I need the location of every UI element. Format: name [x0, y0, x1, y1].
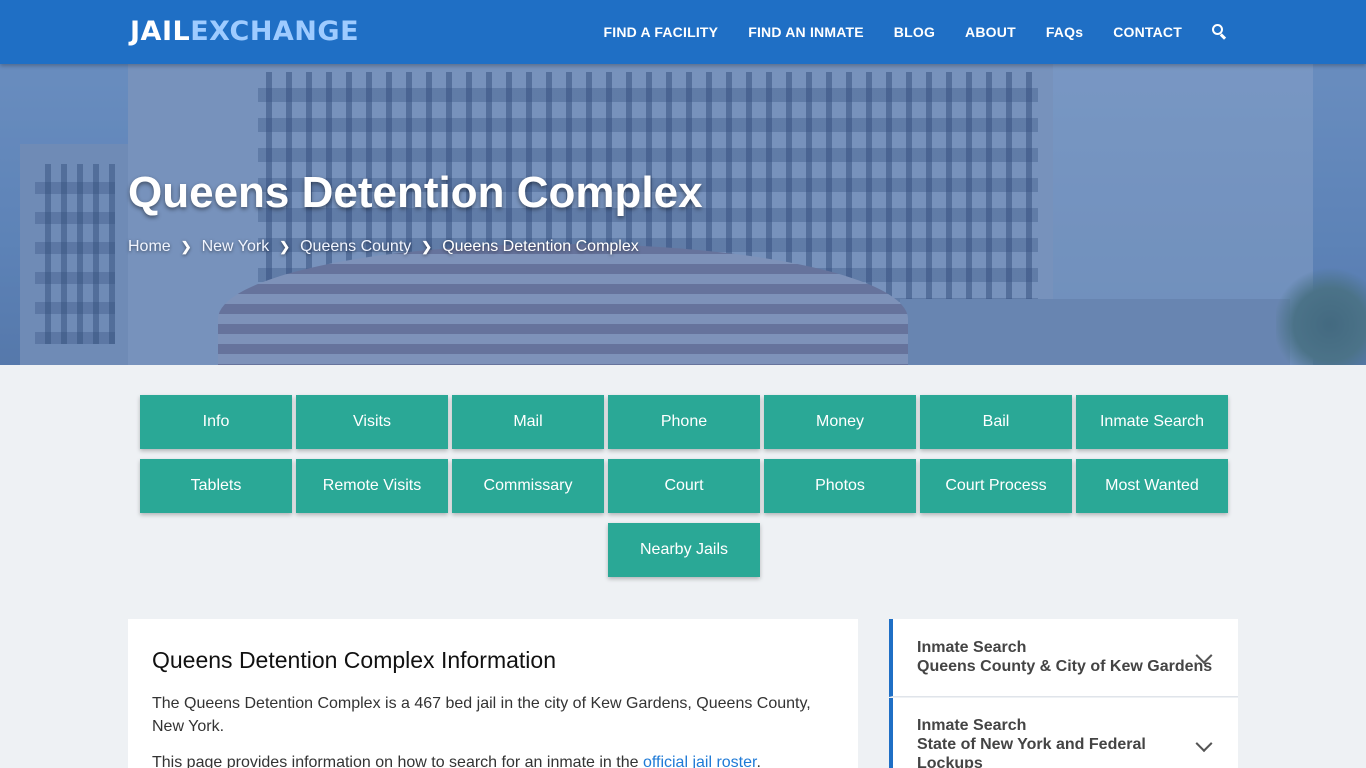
nav-blog[interactable]: BLOG [894, 24, 935, 40]
tile-nearby-jails[interactable]: Nearby Jails [608, 523, 760, 577]
sidebar-item-subtitle: State of New York and Federal [917, 736, 1146, 753]
tile-commissary[interactable]: Commissary [452, 459, 604, 513]
info-heading: Queens Detention Complex Information [152, 647, 556, 673]
tile-phone[interactable]: Phone [608, 395, 760, 449]
top-navigation-bar: JAILEXCHANGE FIND A FACILITY FIND AN INM… [0, 0, 1366, 64]
sidebar-item-title: Inmate Search [917, 717, 1027, 734]
tile-tablets[interactable]: Tablets [140, 459, 292, 513]
sidebar-item-subtitle-cont: Lockups [917, 755, 983, 768]
tile-photos[interactable]: Photos [764, 459, 916, 513]
sidebar-item-subtitle: Queens County & City of Kew Gardens [917, 658, 1213, 675]
facility-info-card: Queens Detention Complex Information The… [128, 619, 858, 768]
search-icon[interactable] [1212, 24, 1228, 40]
logo-part-exchange: EXCHANGE [190, 16, 360, 47]
main-nav: FIND A FACILITY FIND AN INMATE BLOG ABOU… [573, 0, 1228, 64]
breadcrumb-county[interactable]: Queens County [300, 238, 411, 256]
breadcrumb-home[interactable]: Home [128, 238, 171, 256]
roster-text-suffix: . [756, 754, 761, 768]
tile-court[interactable]: Court [608, 459, 760, 513]
sidebar-item-inmate-search-state[interactable]: Inmate Search State of New York and Fede… [889, 698, 1238, 768]
breadcrumb: Home ❯ New York ❯ Queens County ❯ Queens… [128, 238, 639, 256]
official-jail-roster-link[interactable]: official jail roster [643, 754, 757, 768]
tile-info[interactable]: Info [140, 395, 292, 449]
facility-nav-grid: Info Visits Mail Phone Money Bail Inmate… [137, 395, 1231, 587]
nav-contact[interactable]: CONTACT [1113, 24, 1182, 40]
nav-about[interactable]: ABOUT [965, 24, 1016, 40]
tile-row: Tablets Remote Visits Commissary Court P… [137, 459, 1231, 513]
nav-faqs[interactable]: FAQs [1046, 24, 1083, 40]
info-paragraph-roster: This page provides information on how to… [152, 751, 834, 768]
tile-court-process[interactable]: Court Process [920, 459, 1072, 513]
tile-inmate-search[interactable]: Inmate Search [1076, 395, 1228, 449]
breadcrumb-current: Queens Detention Complex [442, 238, 639, 255]
sidebar-item-inmate-search-county[interactable]: Inmate Search Queens County & City of Ke… [889, 619, 1238, 697]
tile-bail[interactable]: Bail [920, 395, 1072, 449]
logo-part-jail: JAIL [130, 16, 191, 47]
tile-money[interactable]: Money [764, 395, 916, 449]
tile-row: Info Visits Mail Phone Money Bail Inmate… [137, 395, 1231, 449]
page-title: Queens Detention Complex [128, 168, 703, 217]
chevron-right-icon: ❯ [279, 239, 291, 254]
sidebar: Inmate Search Queens County & City of Ke… [889, 619, 1238, 768]
tile-visits[interactable]: Visits [296, 395, 448, 449]
tile-most-wanted[interactable]: Most Wanted [1076, 459, 1228, 513]
tile-remote-visits[interactable]: Remote Visits [296, 459, 448, 513]
breadcrumb-state[interactable]: New York [202, 238, 270, 256]
tile-row: Nearby Jails [137, 523, 1231, 577]
chevron-right-icon: ❯ [421, 239, 433, 254]
roster-text-prefix: This page provides information on how to… [152, 754, 643, 768]
sidebar-item-title: Inmate Search [917, 639, 1027, 656]
site-logo[interactable]: JAILEXCHANGE [130, 16, 359, 48]
nav-find-facility[interactable]: FIND A FACILITY [603, 24, 718, 40]
nav-find-inmate[interactable]: FIND AN INMATE [748, 24, 864, 40]
info-paragraph: The Queens Detention Complex is a 467 be… [152, 695, 811, 735]
chevron-right-icon: ❯ [180, 239, 192, 254]
hero-banner: Queens Detention Complex Home ❯ New York… [0, 64, 1366, 365]
tile-mail[interactable]: Mail [452, 395, 604, 449]
